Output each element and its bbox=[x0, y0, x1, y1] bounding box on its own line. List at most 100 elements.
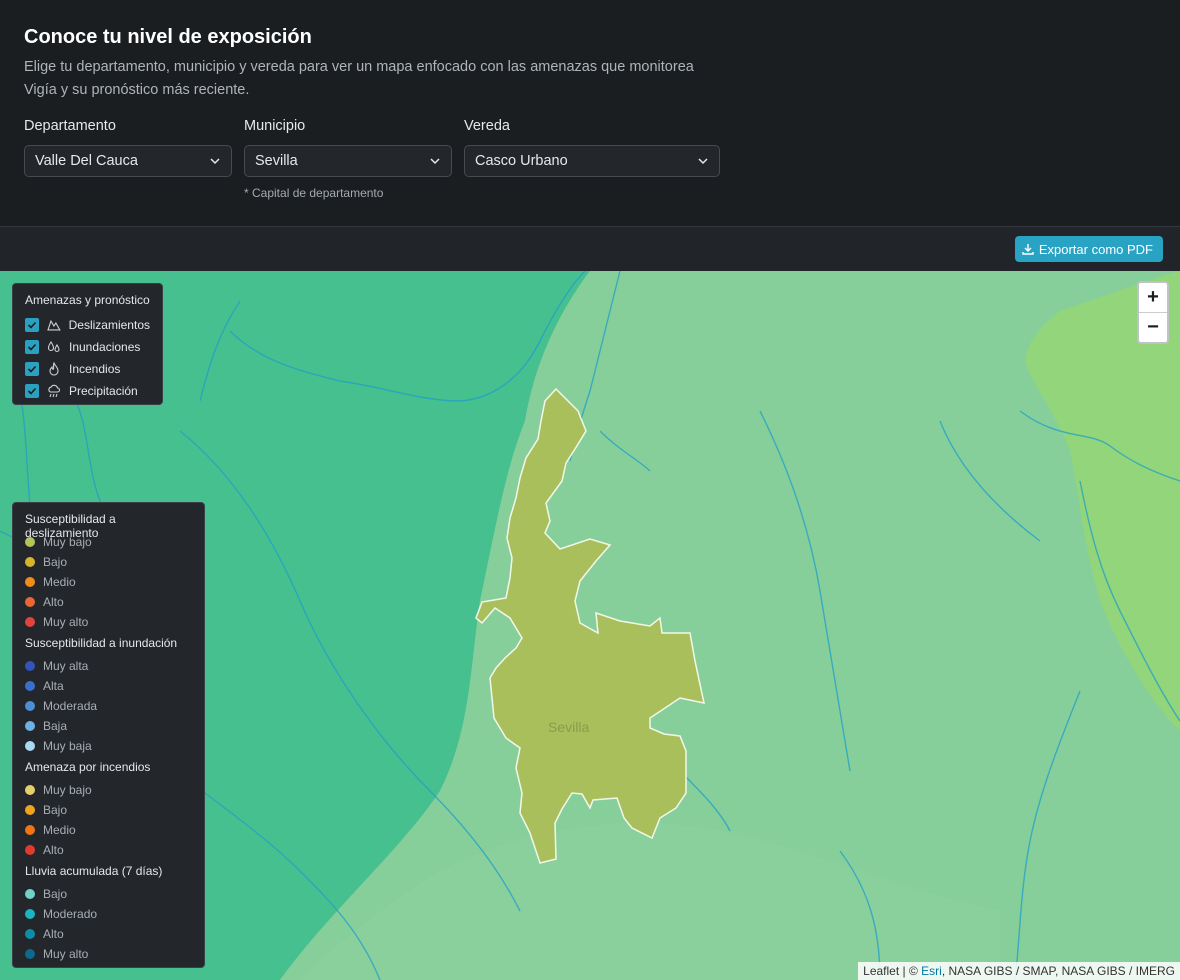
legend-swatch bbox=[25, 949, 35, 959]
legend-item: Medio bbox=[25, 572, 192, 592]
page-title: Conoce tu nivel de exposición bbox=[24, 26, 312, 48]
page-subtitle: Elige tu departamento, municipio y vered… bbox=[24, 59, 694, 98]
checkbox[interactable] bbox=[25, 384, 39, 398]
export-pdf-label: Exportar como PDF bbox=[1038, 241, 1153, 257]
legend-swatch bbox=[25, 617, 35, 627]
municipio-value: Sevilla bbox=[255, 153, 298, 169]
legend-item-label: Baja bbox=[43, 719, 68, 733]
legend-swatch bbox=[25, 577, 35, 587]
legend-group-incendios: Amenaza por incendios Muy bajo Bajo Medi… bbox=[25, 760, 192, 860]
legend-item-label: Moderada bbox=[43, 699, 98, 713]
legend-item-label: Muy baja bbox=[43, 739, 92, 753]
legend-item: Bajo bbox=[25, 552, 192, 572]
legend-item: Muy bajo bbox=[25, 780, 192, 800]
checkbox[interactable] bbox=[25, 340, 39, 354]
legend-panel: Susceptibilidad a deslizamiento Muy bajo… bbox=[12, 502, 205, 968]
legend-swatch bbox=[25, 929, 35, 939]
legend-swatch bbox=[25, 537, 35, 547]
layers-panel-title: Amenazas y pronóstico bbox=[25, 293, 150, 307]
legend-item-label: Alta bbox=[43, 679, 64, 693]
map-toolbar: Exportar como PDF bbox=[0, 226, 1180, 271]
legend-item: Muy baja bbox=[25, 736, 192, 756]
legend-item: Bajo bbox=[25, 884, 192, 904]
check-icon bbox=[27, 343, 37, 351]
layer-label: Inundaciones bbox=[69, 340, 141, 354]
legend-item: Muy alta bbox=[25, 656, 192, 676]
layer-toggle-deslizamientos[interactable]: Deslizamientos bbox=[25, 314, 150, 336]
legend-swatch bbox=[25, 741, 35, 751]
legend-item: Moderado bbox=[25, 904, 192, 924]
municipio-select[interactable]: Sevilla bbox=[244, 145, 452, 177]
legend-item: Muy bajo bbox=[25, 532, 192, 552]
legend-swatch bbox=[25, 909, 35, 919]
flame-icon bbox=[49, 362, 59, 376]
legend-item-label: Muy alta bbox=[43, 659, 89, 673]
region-label: Sevilla bbox=[548, 719, 590, 735]
download-icon bbox=[1022, 244, 1034, 255]
water-drops-icon bbox=[47, 341, 60, 353]
vereda-value: Casco Urbano bbox=[475, 153, 568, 169]
legend-item: Alto bbox=[25, 592, 192, 612]
legend-item-label: Muy bajo bbox=[43, 783, 92, 797]
vereda-select[interactable]: Casco Urbano bbox=[464, 145, 720, 177]
legend-item-label: Bajo bbox=[43, 555, 68, 569]
legend-item-label: Alto bbox=[43, 595, 64, 609]
legend-group-title: Susceptibilidad a inundación bbox=[25, 636, 178, 650]
layer-toggle-precipitacion[interactable]: Precipitación bbox=[25, 380, 150, 402]
legend-item: Alto bbox=[25, 840, 192, 860]
layer-toggle-inundaciones[interactable]: Inundaciones bbox=[25, 336, 150, 358]
check-icon bbox=[27, 365, 37, 373]
attribution-prefix: Leaflet | © bbox=[863, 964, 922, 978]
legend-item-label: Bajo bbox=[43, 887, 68, 901]
legend-group-title: Lluvia acumulada (7 días) bbox=[25, 864, 163, 878]
legend-item-label: Muy bajo bbox=[43, 535, 92, 549]
checkbox[interactable] bbox=[25, 318, 39, 332]
legend-item-label: Muy alto bbox=[43, 615, 89, 629]
legend-item-label: Medio bbox=[43, 823, 76, 837]
municipio-label: Municipio bbox=[244, 118, 306, 134]
legend-group-inundacion: Susceptibilidad a inundación Muy alta Al… bbox=[25, 636, 192, 756]
legend-swatch bbox=[25, 845, 35, 855]
legend-swatch bbox=[25, 785, 35, 795]
zoom-out-button[interactable]: − bbox=[1139, 312, 1167, 341]
layer-label: Precipitación bbox=[69, 384, 138, 398]
landslide-icon bbox=[47, 319, 61, 331]
rain-cloud-icon bbox=[48, 384, 61, 398]
chevron-down-icon bbox=[430, 158, 440, 165]
legend-item: Alto bbox=[25, 924, 192, 944]
departamento-select[interactable]: Valle Del Cauca bbox=[24, 145, 232, 177]
layer-toggle-incendios[interactable]: Incendios bbox=[25, 358, 150, 380]
legend-group-title: Amenaza por incendios bbox=[25, 760, 151, 774]
legend-swatch bbox=[25, 805, 35, 815]
page-header: Conoce tu nivel de exposición Elige tu d… bbox=[0, 0, 1180, 226]
export-pdf-button[interactable]: Exportar como PDF bbox=[1014, 236, 1163, 262]
legend-swatch bbox=[25, 701, 35, 711]
legend-item: Muy alto bbox=[25, 944, 192, 964]
vereda-label: Vereda bbox=[464, 118, 510, 134]
chevron-down-icon bbox=[698, 158, 708, 165]
legend-group-deslizamiento: Susceptibilidad a deslizamiento Muy bajo… bbox=[25, 512, 192, 632]
legend-group-title: Susceptibilidad a deslizamiento bbox=[25, 512, 116, 540]
legend-swatch bbox=[25, 597, 35, 607]
legend-swatch bbox=[25, 557, 35, 567]
esri-link[interactable]: Esri bbox=[921, 964, 942, 978]
layer-label: Deslizamientos bbox=[68, 318, 150, 332]
layer-label: Incendios bbox=[69, 362, 121, 376]
attribution-rest: , NASA GIBS / SMAP, NASA GIBS / IMERG bbox=[941, 964, 1175, 978]
legend-item: Medio bbox=[25, 820, 192, 840]
legend-swatch bbox=[25, 721, 35, 731]
check-icon bbox=[27, 387, 37, 395]
legend-swatch bbox=[25, 889, 35, 899]
chevron-down-icon bbox=[210, 158, 220, 165]
legend-group-lluvia: Lluvia acumulada (7 días) Bajo Moderado … bbox=[25, 864, 192, 964]
map-view[interactable]: Sevilla Amenazas y pronóstico Deslizamie… bbox=[0, 271, 1180, 980]
checkbox[interactable] bbox=[25, 362, 39, 376]
zoom-in-button[interactable]: + bbox=[1139, 283, 1167, 312]
legend-item: Bajo bbox=[25, 800, 192, 820]
departamento-label: Departamento bbox=[24, 118, 116, 134]
layers-panel: Amenazas y pronóstico Deslizamientos Inu… bbox=[12, 283, 163, 405]
zoom-control: + − bbox=[1137, 281, 1169, 344]
legend-item-label: Moderado bbox=[43, 907, 98, 921]
legend-item-label: Alto bbox=[43, 927, 64, 941]
legend-item-label: Medio bbox=[43, 575, 76, 589]
